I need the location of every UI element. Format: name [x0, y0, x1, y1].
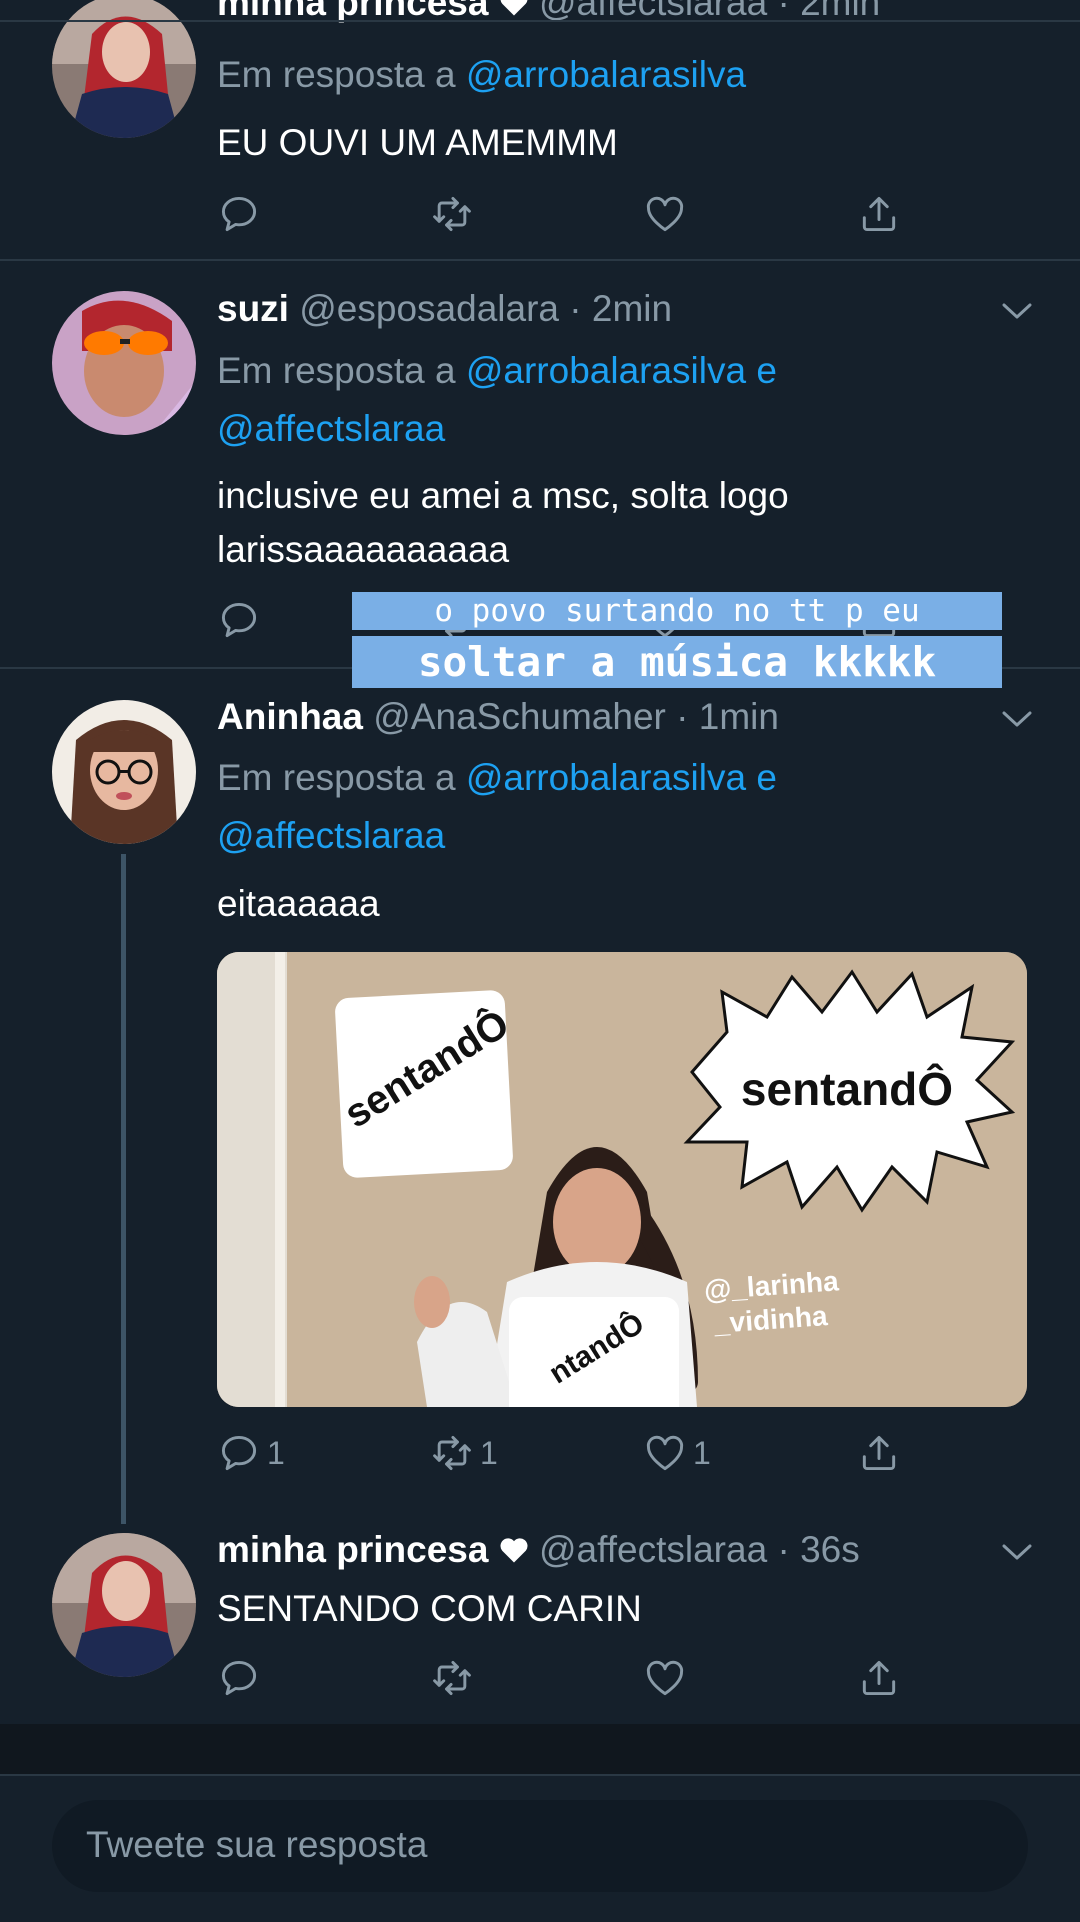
share-button[interactable]	[857, 192, 901, 236]
meme-sticker-2: sentandÔ	[740, 1063, 954, 1115]
like-button[interactable]	[643, 1656, 687, 1700]
display-name[interactable]: suzi	[217, 288, 289, 329]
share-icon	[862, 196, 896, 232]
retweet-button[interactable]	[430, 1656, 474, 1700]
reply-context: Em resposta a @arrobalarasilva	[217, 54, 747, 95]
display-name[interactable]: minha princesa	[217, 1529, 488, 1570]
like-icon	[646, 1660, 684, 1696]
retweet-button[interactable]: 1	[430, 1431, 498, 1475]
retweet-icon	[433, 1660, 471, 1696]
share-button[interactable]	[857, 1656, 901, 1700]
reply-icon	[221, 602, 257, 638]
reply-input-placeholder: Tweete sua resposta	[86, 1824, 428, 1865]
display-name[interactable]: Aninhaa	[217, 696, 363, 737]
like-button[interactable]	[643, 192, 687, 236]
reply-button[interactable]	[217, 1656, 261, 1700]
heart-emoji-icon	[499, 0, 529, 16]
mention-link[interactable]: @affectslaraa	[217, 408, 445, 449]
tweet-header: minha princesa @affectslaraa · 36s	[217, 1529, 860, 1570]
thread-line	[121, 854, 126, 1524]
tweet-time: 2min	[591, 288, 673, 329]
tweet-time: 1min	[698, 696, 779, 737]
reply-context: Em resposta a @arrobalarasilva e	[217, 757, 777, 798]
reply-count: 1	[267, 1434, 285, 1471]
chevron-down-icon[interactable]	[1000, 299, 1034, 323]
chevron-down-icon[interactable]	[1000, 1540, 1034, 1564]
heart-emoji-icon	[499, 1531, 529, 1563]
chevron-down-icon[interactable]	[1000, 707, 1034, 731]
compose-bar: Tweete sua resposta	[0, 1774, 1080, 1922]
tweet-text: EU OUVI UM AMEMMM	[217, 122, 618, 163]
story-caption-line2: soltar a música kkkkk	[352, 636, 1002, 688]
tweet-text: SENTANDO COM CARIN	[217, 1588, 642, 1629]
mention-link[interactable]: @arrobalarasilva	[466, 757, 746, 798]
mention-link[interactable]: @affectslaraa	[217, 815, 445, 856]
user-handle[interactable]: @AnaSchumaher	[373, 696, 666, 737]
reply-icon	[221, 196, 257, 232]
avatar[interactable]	[52, 291, 196, 435]
mention-link[interactable]: @arrobalarasilva	[466, 54, 746, 95]
like-count: 1	[693, 1434, 711, 1471]
reply-button[interactable]: 1	[217, 1431, 285, 1475]
user-handle[interactable]: @affectslaraa	[539, 1529, 767, 1570]
tweet-text: eitaaaaaa	[217, 883, 380, 924]
reply-button[interactable]	[217, 598, 261, 642]
tweet-header: Aninhaa @AnaSchumaher · 1min	[217, 696, 779, 737]
share-icon	[862, 1660, 896, 1696]
reply-button[interactable]	[217, 192, 261, 236]
status-bar-divider	[0, 20, 1080, 22]
reply-context-line2: @affectslaraa	[217, 807, 445, 865]
reply-icon	[221, 1435, 257, 1471]
tweet-media-image[interactable]: sentandÔ sentandÔ ntandÔ @_larinha _vidi…	[217, 952, 1027, 1407]
like-icon	[646, 196, 684, 232]
reply-context-line2: @affectslaraa	[217, 400, 445, 458]
tweet-header: suzi @esposadalara · 2min	[217, 288, 673, 329]
reply-input[interactable]: Tweete sua resposta	[52, 1800, 1028, 1892]
like-icon	[646, 1435, 684, 1471]
retweet-icon	[433, 1435, 471, 1471]
mention-link[interactable]: @arrobalarasilva	[466, 350, 746, 391]
tweet-text-line2: larissaaaaaaaaaa	[217, 529, 510, 570]
retweet-count: 1	[480, 1434, 498, 1471]
story-caption-line1: o povo surtando no tt p eu	[352, 592, 1002, 630]
avatar[interactable]	[52, 1533, 196, 1677]
timeline-footer-gap	[0, 1724, 1080, 1774]
like-button[interactable]: 1	[643, 1431, 711, 1475]
reply-context: Em resposta a @arrobalarasilva e	[217, 350, 777, 391]
tweet-text: inclusive eu amei a msc, solta logo	[217, 475, 789, 516]
reply-icon	[221, 1660, 257, 1696]
user-handle[interactable]: @esposadalara	[299, 288, 559, 329]
tweet-divider	[0, 259, 1080, 261]
tweet-time: 36s	[800, 1529, 860, 1570]
retweet-button[interactable]	[430, 192, 474, 236]
avatar[interactable]	[52, 700, 196, 844]
share-icon	[862, 1435, 896, 1471]
retweet-icon	[433, 196, 471, 232]
share-button[interactable]	[857, 1431, 901, 1475]
